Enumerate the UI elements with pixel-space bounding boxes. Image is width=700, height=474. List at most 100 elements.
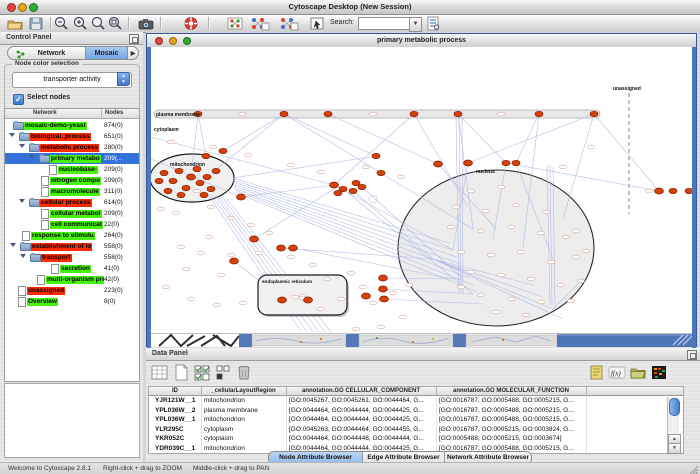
tab-overflow-arrow[interactable]: ▶: [128, 46, 139, 60]
tree-row[interactable]: cellular metabol209(0): [5, 208, 139, 219]
file-icon: [51, 264, 59, 274]
float-panel-icon[interactable]: [129, 34, 139, 44]
file-icon: [41, 209, 49, 219]
select-attributes-icon[interactable]: [151, 364, 169, 382]
node-color-combobox[interactable]: transporter activity: [12, 72, 132, 88]
open-file-icon[interactable]: [6, 16, 24, 31]
column-header-id[interactable]: ID: [149, 388, 201, 394]
tree-row[interactable]: nitrogen compo209(0): [5, 175, 139, 186]
control-panel: Control Panel Network Mosaic ▶ Node colo…: [0, 32, 143, 462]
tree-header-network: Network: [33, 110, 57, 116]
node-count: 209(0): [104, 210, 123, 217]
table-row[interactable]: YKR052Ccytoplasm[GO:0044464, GO:0044446,…: [149, 434, 684, 444]
node-count: 209(0): [104, 166, 123, 173]
tab-network[interactable]: Network: [7, 46, 86, 60]
heatmap-view-icon[interactable]: [650, 364, 668, 382]
endoplasmic-reticulum-label: endoplasmic reticulum: [262, 279, 312, 284]
help-lifering-icon[interactable]: [182, 16, 200, 31]
table-scrollbar[interactable]: ▲ ▼: [667, 397, 679, 453]
import-attributes-icon[interactable]: [629, 364, 647, 382]
network-window-title: primary metabolic process: [147, 37, 696, 44]
tree-row[interactable]: biological_process651(0): [5, 131, 139, 142]
folder-icon: [29, 199, 40, 207]
unhide-nodes-icon[interactable]: [279, 16, 297, 31]
scrollbar-thumb[interactable]: [669, 398, 680, 416]
zoom-in-icon[interactable]: [71, 16, 89, 31]
table-row[interactable]: YLR295Ccytoplasm[GO:0045263, GO:0044464,…: [149, 425, 684, 435]
window-resize-grip-icon[interactable]: [688, 464, 698, 474]
hide-selected-nodes-icon[interactable]: [250, 16, 268, 31]
tree-row[interactable]: secretion41(0): [5, 263, 139, 274]
data-panel-title: Data Panel: [152, 350, 188, 357]
tree-row[interactable]: mosaic-demo-yeast874(0): [5, 120, 139, 131]
table-row[interactable]: YPL036W__1mitochondrion[GO:0044464, GO:0…: [149, 415, 684, 425]
column-header-molecular[interactable]: annotation.GO MOLECULAR_FUNCTION: [436, 388, 586, 394]
save-icon[interactable]: [27, 16, 45, 31]
network-graph[interactable]: plasma membrane cytoplasm mitochondrion …: [151, 47, 692, 333]
tree-row[interactable]: nucleobase-209(0): [5, 164, 139, 175]
search-input[interactable]: [358, 17, 414, 30]
network-canvas[interactable]: plasma membrane cytoplasm mitochondrion …: [151, 47, 692, 333]
select-nodes-checkbox[interactable]: ✓: [13, 94, 24, 105]
tree-row[interactable]: multi-organism pro42(0): [5, 274, 139, 285]
function-builder-icon[interactable]: f(x): [608, 364, 626, 382]
table-row[interactable]: YJR121W__1mitochondrion[GO:0045267, GO:0…: [149, 396, 684, 406]
expander-icon[interactable]: [19, 199, 25, 203]
enhanced-search-icon[interactable]: [424, 16, 442, 31]
status-bar: Welcome to Cytoscape 2.8.1 Right-click +…: [0, 462, 700, 474]
tree-row[interactable]: response to stimulu264(0): [5, 230, 139, 241]
attribute-editor-icon[interactable]: [214, 364, 232, 382]
destroy-network-icon[interactable]: [226, 16, 244, 31]
tree-row[interactable]: cellular process614(0): [5, 197, 139, 208]
toolbar-separator: [160, 17, 161, 29]
tree-row[interactable]: metabolic process280(0): [5, 142, 139, 153]
control-panel-header: Control Panel: [0, 32, 143, 45]
tree-row[interactable]: Overview8(0): [5, 296, 139, 307]
column-header-cellular[interactable]: annotation.GO CELLULAR_COMPONENT: [286, 388, 436, 394]
column-divider[interactable]: [101, 109, 102, 118]
node-count: 223(0): [104, 287, 123, 294]
search-dropdown-arrow[interactable]: ▼: [409, 17, 422, 32]
background-network-scribble: [159, 335, 239, 346]
node-count: 209(...: [104, 155, 122, 162]
create-attribute-icon[interactable]: [172, 364, 190, 382]
expander-icon[interactable]: [19, 144, 25, 148]
nucleus-region[interactable]: [398, 170, 594, 326]
network-window-titlebar[interactable]: primary metabolic process: [147, 34, 696, 48]
column-header-region[interactable]: _cellularLayoutRegion: [201, 388, 286, 394]
select-attributes-grid-icon[interactable]: [193, 364, 211, 382]
toolbar-separator: [128, 17, 129, 29]
plasma-membrane-region[interactable]: [154, 110, 600, 118]
tree-row-selected[interactable]: primary metabo209(...: [5, 153, 139, 164]
tree-row[interactable]: transport558(0): [5, 252, 139, 263]
tree-row[interactable]: macromolecule311(0): [5, 186, 139, 197]
window-border-right: [692, 47, 696, 348]
scroll-down-arrow[interactable]: ▼: [668, 443, 681, 454]
expander-icon[interactable]: [9, 133, 15, 137]
file-icon: [18, 286, 26, 296]
network-label: cell communicat: [50, 221, 103, 229]
expander-icon[interactable]: [29, 155, 35, 159]
node-count: 42(0): [104, 276, 119, 283]
zoom-fit-icon[interactable]: [106, 16, 124, 31]
network-label: multi-organism pro: [46, 276, 104, 284]
expander-icon[interactable]: [10, 243, 16, 247]
tree-row[interactable]: cell communicat22(0): [5, 219, 139, 230]
notepad-icon[interactable]: [588, 364, 606, 382]
delete-attribute-icon[interactable]: [235, 364, 253, 382]
float-panel-icon[interactable]: [687, 350, 697, 360]
tree-row[interactable]: unassigned223(0): [5, 285, 139, 296]
node-count: 8(0): [104, 298, 116, 305]
expander-icon[interactable]: [20, 254, 26, 258]
selection-mode-icon[interactable]: [308, 16, 326, 31]
tree-header[interactable]: Network Nodes: [5, 109, 139, 119]
snapshot-camera-icon[interactable]: [137, 16, 155, 31]
combobox-stepper-icon[interactable]: ▲▼: [117, 72, 130, 86]
zoom-out-icon[interactable]: [52, 16, 70, 31]
table-row[interactable]: YPL036W__2plasma membrane[GO:0044464, GO…: [149, 406, 684, 416]
tab-mosaic[interactable]: Mosaic: [86, 46, 128, 60]
zoom-selected-icon[interactable]: [89, 16, 107, 31]
tree-row[interactable]: establishment of lo558(0): [5, 241, 139, 252]
birds-eye-view-panel[interactable]: [4, 383, 140, 458]
toolbar-separator: [50, 17, 51, 29]
